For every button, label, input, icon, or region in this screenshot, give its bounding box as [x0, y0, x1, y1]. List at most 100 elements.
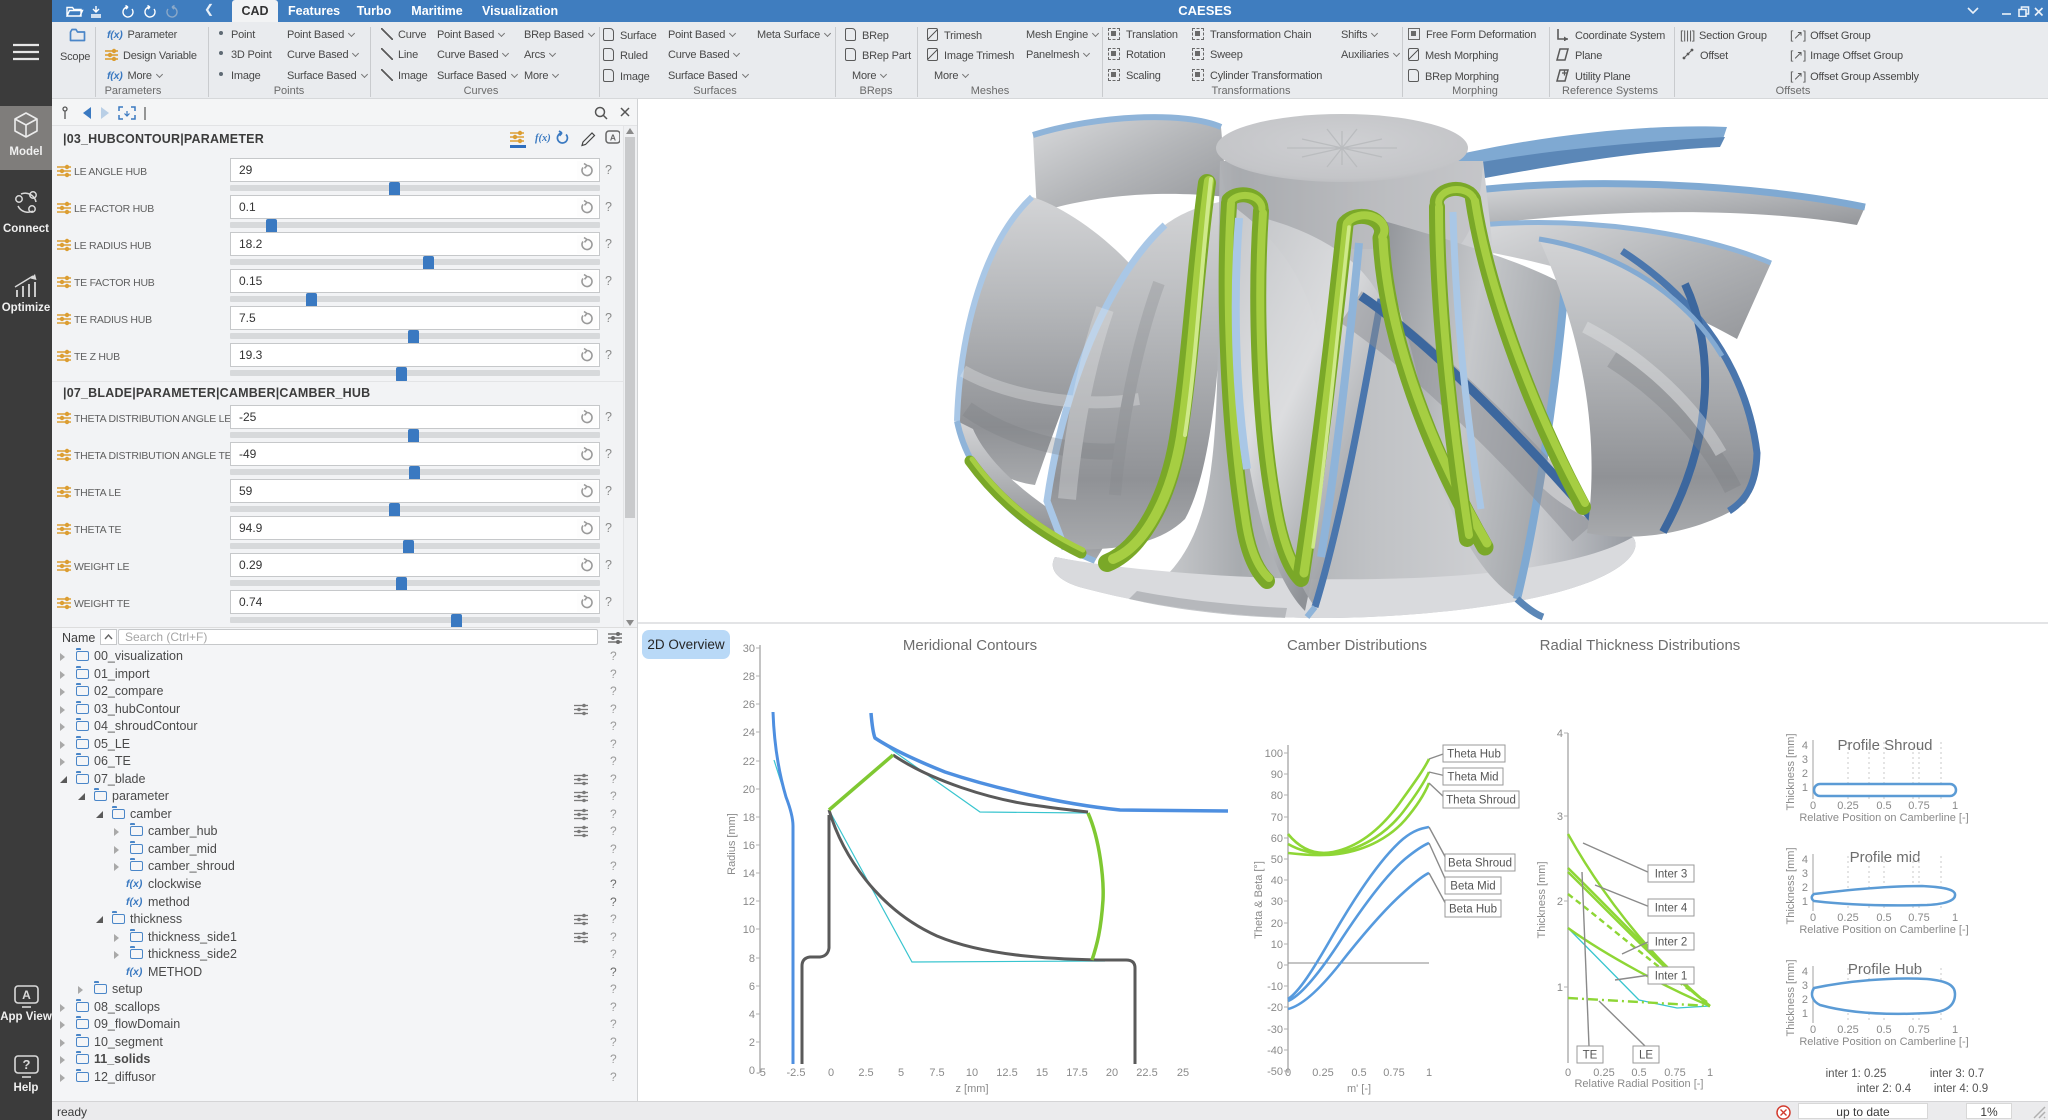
svg-text:4: 4 [1802, 966, 1808, 978]
svg-text:Relative Radial Position [-]: Relative Radial Position [-] [1574, 1078, 1703, 1090]
svg-text:LE: LE [1639, 1050, 1653, 1062]
svg-text:18: 18 [743, 812, 755, 824]
svg-text:20: 20 [1271, 918, 1283, 930]
svg-text:Inter 4: Inter 4 [1655, 903, 1688, 915]
svg-text:0: 0 [1277, 960, 1283, 972]
svg-text:26: 26 [743, 699, 755, 711]
svg-text:1: 1 [1802, 896, 1808, 908]
svg-text:f(x): f(x) [535, 133, 551, 144]
svg-text:Relative Position on Camberlin: Relative Position on Camberline [-] [1799, 812, 1968, 824]
svg-text:1: 1 [1952, 800, 1958, 812]
svg-text:0.25: 0.25 [1837, 912, 1858, 924]
svg-text:Profile Hub: Profile Hub [1848, 961, 1922, 978]
svg-text:1: 1 [1802, 782, 1808, 794]
svg-text:-5: -5 [756, 1067, 766, 1079]
svg-text:60: 60 [1271, 833, 1283, 845]
svg-text:8: 8 [749, 953, 755, 965]
svg-text:0.25: 0.25 [1837, 1024, 1858, 1036]
svg-text:22: 22 [743, 756, 755, 768]
svg-text:16: 16 [743, 840, 755, 852]
svg-text:Theta & Beta [°]: Theta & Beta [°] [1253, 861, 1265, 939]
svg-text:40: 40 [1271, 875, 1283, 887]
svg-text:0.5: 0.5 [1876, 912, 1891, 924]
svg-text:0.75: 0.75 [1908, 912, 1929, 924]
svg-text:Beta Mid: Beta Mid [1450, 881, 1495, 893]
svg-text:2: 2 [1557, 896, 1563, 908]
svg-text:1: 1 [1426, 1067, 1432, 1079]
svg-text:Profile mid: Profile mid [1850, 849, 1921, 866]
svg-text:Thickness [mm]: Thickness [mm] [1785, 959, 1797, 1036]
svg-text:20: 20 [743, 784, 755, 796]
svg-text:-2.5: -2.5 [787, 1067, 806, 1079]
svg-text:Inter 2: Inter 2 [1655, 937, 1688, 949]
svg-text:17.5: 17.5 [1066, 1067, 1087, 1079]
svg-text:0.75: 0.75 [1908, 1024, 1929, 1036]
svg-text:10: 10 [966, 1067, 978, 1079]
svg-text:z [mm]: z [mm] [956, 1083, 989, 1095]
svg-text:-20: -20 [1267, 1002, 1283, 1014]
svg-text:Theta Hub: Theta Hub [1447, 749, 1501, 761]
svg-text:4: 4 [749, 1009, 755, 1021]
svg-text:2: 2 [1802, 768, 1808, 780]
svg-text:Relative Position on Camberlin: Relative Position on Camberline [-] [1799, 1036, 1968, 1048]
svg-text:0: 0 [1565, 1067, 1571, 1079]
svg-text:5: 5 [898, 1067, 904, 1079]
svg-text:30: 30 [1271, 896, 1283, 908]
svg-text:0: 0 [749, 1065, 755, 1077]
svg-text:4: 4 [1802, 740, 1808, 752]
svg-text:100: 100 [1265, 748, 1283, 760]
svg-text:12.5: 12.5 [996, 1067, 1017, 1079]
svg-text:Beta Shroud: Beta Shroud [1448, 858, 1512, 870]
svg-text:15: 15 [1036, 1067, 1048, 1079]
svg-text:0: 0 [1810, 912, 1816, 924]
svg-text:1: 1 [1707, 1067, 1713, 1079]
svg-text:7.5: 7.5 [929, 1067, 944, 1079]
svg-text:22.5: 22.5 [1136, 1067, 1157, 1079]
svg-text:0.75: 0.75 [1383, 1067, 1404, 1079]
svg-text:1: 1 [1802, 1008, 1808, 1020]
svg-text:14: 14 [743, 868, 755, 880]
svg-text:m' [-]: m' [-] [1347, 1083, 1371, 1095]
svg-text:1: 1 [1952, 1024, 1958, 1036]
svg-text:Radial Thickness Distributions: Radial Thickness Distributions [1540, 637, 1741, 654]
svg-text:0.75: 0.75 [1908, 800, 1929, 812]
svg-text:Thickness [mm]: Thickness [mm] [1785, 733, 1797, 810]
svg-text:2: 2 [1802, 994, 1808, 1006]
svg-text:70: 70 [1271, 812, 1283, 824]
svg-text:0: 0 [1285, 1067, 1291, 1079]
svg-text:28: 28 [743, 671, 755, 683]
svg-text:Radius [mm]: Radius [mm] [726, 813, 738, 875]
svg-text:12: 12 [743, 896, 755, 908]
svg-text:Theta Shroud: Theta Shroud [1446, 795, 1516, 807]
svg-text:0: 0 [1810, 800, 1816, 812]
svg-text:25: 25 [1177, 1067, 1189, 1079]
svg-text:24: 24 [743, 727, 755, 739]
svg-text:A: A [610, 133, 616, 143]
svg-text:4: 4 [1802, 854, 1808, 866]
svg-text:0.25: 0.25 [1837, 800, 1858, 812]
svg-text:inter 1: 0.25: inter 1: 0.25 [1826, 1068, 1887, 1080]
svg-text:2: 2 [1802, 882, 1808, 894]
svg-text:Camber Distributions: Camber Distributions [1287, 637, 1427, 654]
svg-text:Thickness [mm]: Thickness [mm] [1536, 861, 1548, 938]
svg-text:0.5: 0.5 [1351, 1067, 1366, 1079]
svg-text:3: 3 [1802, 868, 1808, 880]
svg-text:2.5: 2.5 [858, 1067, 873, 1079]
svg-text:-10: -10 [1267, 981, 1283, 993]
svg-text:10: 10 [1271, 939, 1283, 951]
svg-text:Inter 3: Inter 3 [1655, 869, 1688, 881]
svg-text:4: 4 [1557, 728, 1563, 740]
svg-text:A: A [22, 988, 31, 1002]
svg-text:0: 0 [1810, 1024, 1816, 1036]
svg-text:inter 4: 0.9: inter 4: 0.9 [1934, 1083, 1988, 1095]
svg-text:10: 10 [743, 924, 755, 936]
svg-text:Relative Position on Camberlin: Relative Position on Camberline [-] [1799, 924, 1968, 936]
svg-text:50: 50 [1271, 854, 1283, 866]
svg-text:20: 20 [1106, 1067, 1118, 1079]
svg-text:2: 2 [749, 1037, 755, 1049]
svg-text:6: 6 [749, 981, 755, 993]
svg-text:Thickness [mm]: Thickness [mm] [1785, 847, 1797, 924]
svg-text:3: 3 [1557, 811, 1563, 823]
svg-text:0.5: 0.5 [1876, 800, 1891, 812]
svg-text:Profile Shroud: Profile Shroud [1837, 737, 1932, 754]
